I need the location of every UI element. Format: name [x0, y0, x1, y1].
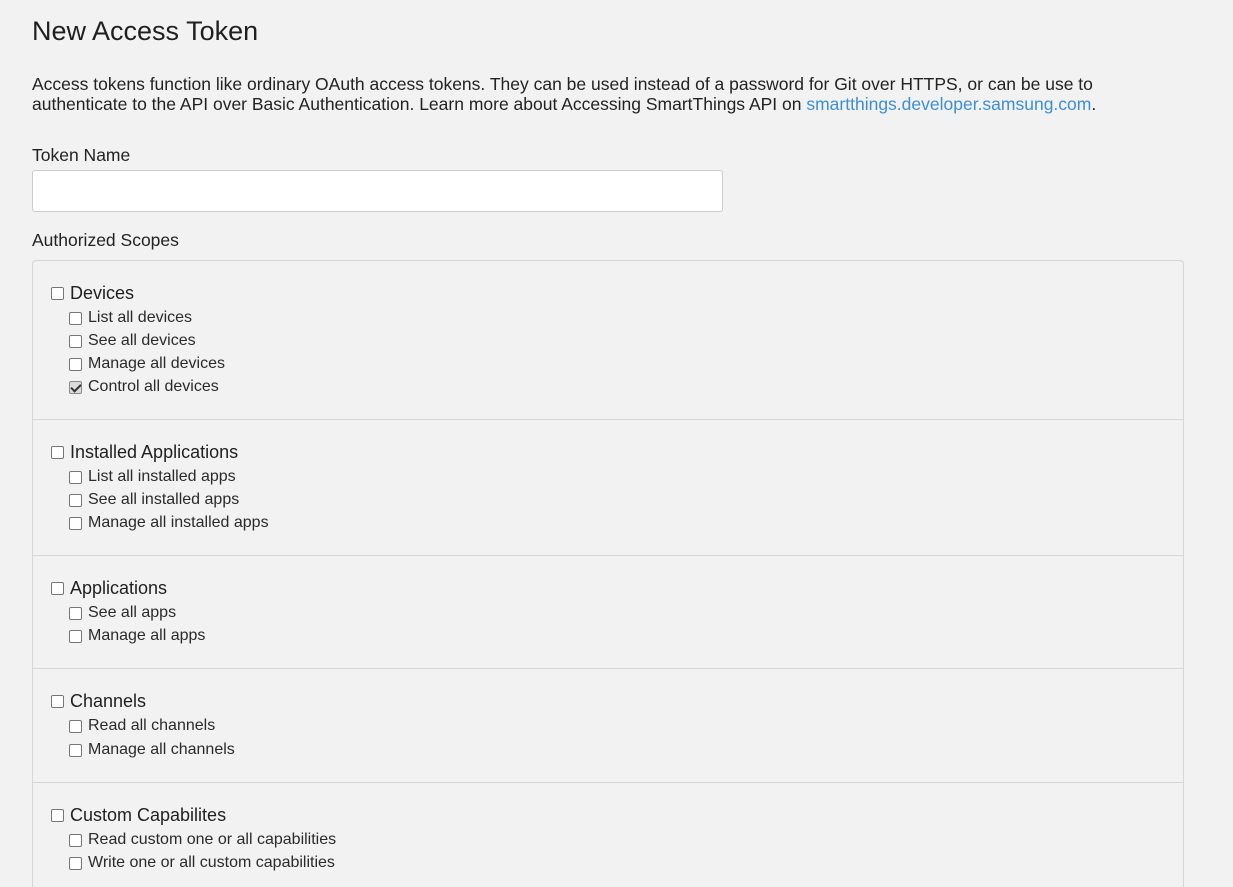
- smartthings-developer-link[interactable]: smartthings.developer.samsung.com: [806, 94, 1091, 114]
- checkbox-control-all-devices[interactable]: [69, 380, 82, 394]
- scope-read-custom-capabilities[interactable]: Read custom one or all capabilities: [69, 831, 336, 849]
- scope-manage-all-channels-label: Manage all channels: [88, 741, 235, 758]
- checkbox-manage-all-apps[interactable]: [69, 629, 82, 643]
- scope-devices[interactable]: Devices: [51, 283, 134, 303]
- scope-installed-applications-label: Installed Applications: [70, 442, 239, 462]
- checkbox-channels[interactable]: [51, 694, 64, 708]
- scope-manage-all-channels[interactable]: Manage all channels: [69, 741, 235, 759]
- scope-see-all-devices-label: See all devices: [88, 332, 196, 349]
- checkbox-read-all-channels[interactable]: [69, 719, 82, 733]
- checkbox-manage-all-installed-apps[interactable]: [69, 516, 82, 530]
- scope-manage-all-installed-apps[interactable]: Manage all installed apps: [69, 514, 269, 532]
- description-end: .: [1091, 94, 1097, 114]
- authorized-scopes-panel: Devices List all devices See all devices…: [32, 260, 1184, 887]
- scope-see-all-installed-apps-label: See all installed apps: [88, 491, 240, 508]
- scope-channels[interactable]: Channels: [51, 691, 146, 711]
- scope-see-all-devices[interactable]: See all devices: [69, 332, 196, 350]
- scope-group-channels: Channels Read all channels Manage all ch…: [33, 669, 1183, 783]
- checkbox-manage-all-devices[interactable]: [69, 357, 82, 371]
- checkbox-see-all-apps[interactable]: [69, 606, 82, 620]
- scope-group-custom-capabilities: Custom Capabilites Read custom one or al…: [33, 783, 1183, 887]
- checkbox-see-all-installed-apps[interactable]: [69, 493, 82, 507]
- scope-see-all-apps-label: See all apps: [88, 604, 177, 621]
- checkbox-custom-capabilities[interactable]: [51, 808, 64, 822]
- scope-applications[interactable]: Applications: [51, 578, 167, 598]
- scope-list-all-installed-apps-label: List all installed apps: [88, 468, 236, 485]
- checkbox-installed-applications[interactable]: [51, 445, 64, 459]
- scope-see-all-installed-apps[interactable]: See all installed apps: [69, 491, 239, 509]
- scope-custom-capabilities-label: Custom Capabilites: [70, 805, 227, 825]
- scope-list-all-devices-label: List all devices: [88, 309, 193, 326]
- page-description: Access tokens function like ordinary OAu…: [32, 74, 1192, 114]
- scope-manage-all-devices-label: Manage all devices: [88, 355, 225, 372]
- scope-read-all-channels[interactable]: Read all channels: [69, 717, 215, 735]
- checkbox-devices[interactable]: [51, 286, 64, 300]
- scope-devices-label: Devices: [70, 283, 135, 303]
- scope-control-all-devices[interactable]: Control all devices: [69, 378, 219, 396]
- new-access-token-page: New Access Token Access tokens function …: [0, 0, 1233, 887]
- scope-list-all-installed-apps[interactable]: List all installed apps: [69, 468, 236, 486]
- scope-group-applications: Applications See all apps Manage all app…: [33, 556, 1183, 669]
- scope-write-custom-capabilities[interactable]: Write one or all custom capabilities: [69, 854, 335, 872]
- token-name-label: Token Name: [32, 145, 131, 165]
- scope-group-installed-applications: Installed Applications List all installe…: [33, 420, 1183, 556]
- scope-see-all-apps[interactable]: See all apps: [69, 604, 176, 622]
- scope-manage-all-installed-apps-label: Manage all installed apps: [88, 514, 269, 531]
- scope-control-all-devices-label: Control all devices: [88, 378, 219, 395]
- checkbox-manage-all-channels[interactable]: [69, 743, 82, 757]
- scope-installed-applications[interactable]: Installed Applications: [51, 442, 238, 462]
- checkbox-read-custom-capabilities[interactable]: [69, 833, 82, 847]
- checkbox-applications[interactable]: [51, 581, 64, 595]
- scope-list-all-devices[interactable]: List all devices: [69, 309, 192, 327]
- scope-group-devices: Devices List all devices See all devices…: [33, 261, 1183, 420]
- checkbox-list-all-installed-apps[interactable]: [69, 470, 82, 484]
- scope-read-all-channels-label: Read all channels: [88, 717, 216, 734]
- authorized-scopes-label: Authorized Scopes: [32, 230, 179, 250]
- token-name-input[interactable]: [32, 170, 723, 212]
- page-title: New Access Token: [32, 16, 259, 46]
- checkbox-list-all-devices[interactable]: [69, 311, 82, 325]
- scope-read-custom-capabilities-label: Read custom one or all capabilities: [88, 831, 337, 848]
- scope-applications-label: Applications: [70, 578, 168, 598]
- scope-write-custom-capabilities-label: Write one or all custom capabilities: [88, 854, 335, 871]
- scope-custom-capabilities[interactable]: Custom Capabilites: [51, 805, 226, 825]
- checkbox-write-custom-capabilities[interactable]: [69, 856, 82, 870]
- scope-manage-all-apps-label: Manage all apps: [88, 627, 206, 644]
- scope-manage-all-apps[interactable]: Manage all apps: [69, 627, 205, 645]
- scope-manage-all-devices[interactable]: Manage all devices: [69, 355, 225, 373]
- scope-channels-label: Channels: [70, 691, 147, 711]
- checkbox-see-all-devices[interactable]: [69, 334, 82, 348]
